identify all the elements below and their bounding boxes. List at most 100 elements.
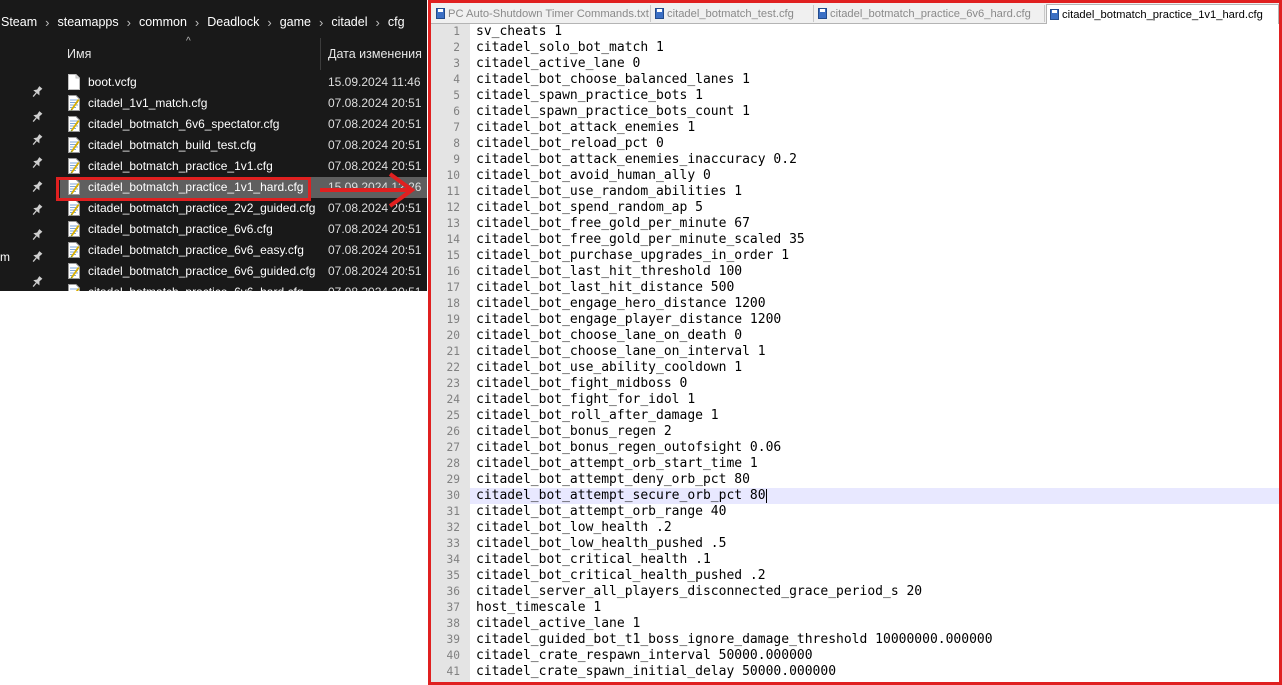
code-text[interactable]: citadel_active_lane 1 [476, 616, 640, 632]
breadcrumb-separator-icon[interactable]: › [45, 15, 49, 30]
code-text[interactable]: citadel_bot_low_health .2 [476, 520, 672, 536]
pin-icon[interactable] [27, 225, 47, 245]
code-line[interactable]: 28 citadel_bot_attempt_orb_start_time 1 [431, 456, 1279, 472]
breadcrumb-item[interactable]: cfg [387, 15, 406, 29]
code-line[interactable]: 22 citadel_bot_use_ability_cooldown 1 [431, 360, 1279, 376]
pin-icon[interactable] [27, 272, 47, 291]
tab-2[interactable]: citadel_botmatch_test.cfg [652, 5, 814, 22]
breadcrumb-item[interactable]: common [138, 15, 188, 29]
code-text[interactable]: sv_cheats 1 [476, 24, 562, 40]
tab-4[interactable]: citadel_botmatch_practice_1v1_hard.cfg [1046, 4, 1279, 24]
file-row[interactable]: citadel_botmatch_practice_6v6_easy.cfg 07… [60, 240, 427, 261]
column-date-header[interactable]: Дата изменения [328, 47, 422, 61]
sort-ascending-icon[interactable]: ^ [186, 36, 191, 47]
code-text[interactable]: citadel_bot_engage_player_distance 1200 [476, 312, 781, 328]
code-line[interactable]: 14 citadel_bot_free_gold_per_minute_scale… [431, 232, 1279, 248]
code-line[interactable]: 38 citadel_active_lane 1 [431, 616, 1279, 632]
code-text[interactable]: citadel_guided_bot_t1_boss_ignore_damage… [476, 632, 993, 648]
code-line[interactable]: 40 citadel_crate_respawn_interval 50000.0… [431, 648, 1279, 664]
code-text[interactable]: citadel_bot_purchase_upgrades_in_order 1 [476, 248, 789, 264]
breadcrumb-item[interactable]: citadel [330, 15, 368, 29]
code-line[interactable]: 17 citadel_bot_last_hit_distance 500 [431, 280, 1279, 296]
code-line[interactable]: 25 citadel_bot_roll_after_damage 1 [431, 408, 1279, 424]
breadcrumb-separator-icon[interactable]: › [376, 15, 380, 30]
code-text[interactable]: citadel_active_lane 0 [476, 56, 640, 72]
code-line[interactable]: 15 citadel_bot_purchase_upgrades_in_order… [431, 248, 1279, 264]
code-line[interactable]: 16 citadel_bot_last_hit_threshold 100 [431, 264, 1279, 280]
code-line[interactable]: 23 citadel_bot_fight_midboss 0 [431, 376, 1279, 392]
breadcrumb-separator-icon[interactable]: › [319, 15, 323, 30]
code-line[interactable]: 41 citadel_crate_spawn_initial_delay 5000… [431, 664, 1279, 680]
code-text[interactable]: citadel_bot_last_hit_threshold 100 [476, 264, 742, 280]
code-line[interactable]: 27 citadel_bot_bonus_regen_outofsight 0.0… [431, 440, 1279, 456]
code-text[interactable]: citadel_bot_avoid_human_ally 0 [476, 168, 711, 184]
pin-icon[interactable] [27, 107, 47, 127]
file-row[interactable]: citadel_botmatch_practice_6v6.cfg 07.08.2… [60, 219, 427, 240]
file-row[interactable]: citadel_botmatch_build_test.cfg 07.08.202… [60, 135, 427, 156]
code-line[interactable]: 33 citadel_bot_low_health_pushed .5 [431, 536, 1279, 552]
nav-item-label[interactable]: m [0, 250, 10, 264]
code-line[interactable]: 34 citadel_bot_critical_health .1 [431, 552, 1279, 568]
code-text[interactable]: citadel_bot_fight_for_idol 1 [476, 392, 695, 408]
code-text[interactable]: citadel_bot_free_gold_per_minute_scaled … [476, 232, 805, 248]
code-line[interactable]: 4 citadel_bot_choose_balanced_lanes 1 [431, 72, 1279, 88]
code-line[interactable]: 24 citadel_bot_fight_for_idol 1 [431, 392, 1279, 408]
code-text[interactable]: citadel_bot_engage_hero_distance 1200 [476, 296, 766, 312]
code-text[interactable]: citadel_bot_free_gold_per_minute 67 [476, 216, 750, 232]
code-text[interactable]: citadel_bot_attack_enemies 1 [476, 120, 695, 136]
breadcrumb-item[interactable]: steamapps [56, 15, 119, 29]
file-row[interactable]: citadel_botmatch_practice_6v6_hard.cfg 07… [60, 282, 427, 291]
code-line[interactable]: 39 citadel_guided_bot_t1_boss_ignore_dama… [431, 632, 1279, 648]
code-text[interactable]: citadel_bot_bonus_regen_outofsight 0.06 [476, 440, 781, 456]
pin-icon[interactable] [27, 200, 47, 220]
tab-3[interactable]: citadel_botmatch_practice_6v6_hard.cfg [815, 5, 1045, 22]
tab-1[interactable]: PC Auto-Shutdown Timer Commands.txt [433, 5, 651, 22]
code-text[interactable]: citadel_bot_last_hit_distance 500 [476, 280, 734, 296]
code-line[interactable]: 8 citadel_bot_reload_pct 0 [431, 136, 1279, 152]
pin-icon[interactable] [27, 82, 47, 102]
code-line[interactable]: 5 citadel_spawn_practice_bots 1 [431, 88, 1279, 104]
code-text[interactable]: host_timescale 1 [476, 600, 601, 616]
code-line[interactable]: 1 sv_cheats 1 [431, 24, 1279, 40]
code-line[interactable]: 26 citadel_bot_bonus_regen 2 [431, 424, 1279, 440]
breadcrumb-item[interactable]: Steam [0, 15, 38, 29]
code-text[interactable]: citadel_bot_use_ability_cooldown 1 [476, 360, 742, 376]
code-line[interactable]: 10 citadel_bot_avoid_human_ally 0 [431, 168, 1279, 184]
code-text[interactable]: citadel_bot_bonus_regen 2 [476, 424, 672, 440]
code-text[interactable]: citadel_bot_critical_health .1 [476, 552, 711, 568]
code-text[interactable]: citadel_bot_choose_lane_on_interval 1 [476, 344, 766, 360]
code-line[interactable]: 36 citadel_server_all_players_disconnecte… [431, 584, 1279, 600]
pin-icon[interactable] [27, 177, 47, 197]
code-text[interactable]: citadel_crate_spawn_initial_delay 50000.… [476, 664, 836, 680]
code-text[interactable]: citadel_bot_reload_pct 0 [476, 136, 664, 152]
code-text[interactable]: citadel_bot_attempt_orb_start_time 1 [476, 456, 758, 472]
code-text[interactable]: citadel_bot_use_random_abilities 1 [476, 184, 742, 200]
file-row[interactable]: citadel_botmatch_6v6_spectator.cfg 07.08.… [60, 114, 427, 135]
code-line[interactable]: 2 citadel_solo_bot_match 1 [431, 40, 1279, 56]
code-line[interactable]: 6 citadel_spawn_practice_bots_count 1 [431, 104, 1279, 120]
code-text[interactable]: citadel_bot_roll_after_damage 1 [476, 408, 719, 424]
code-text[interactable]: citadel_server_all_players_disconnected_… [476, 584, 922, 600]
code-line[interactable]: 13 citadel_bot_free_gold_per_minute 67 [431, 216, 1279, 232]
code-text[interactable]: citadel_solo_bot_match 1 [476, 40, 664, 56]
breadcrumb-separator-icon[interactable]: › [127, 15, 131, 30]
code-line[interactable]: 19 citadel_bot_engage_player_distance 120… [431, 312, 1279, 328]
pin-icon[interactable] [27, 153, 47, 173]
code-line[interactable]: 32 citadel_bot_low_health .2 [431, 520, 1279, 536]
code-text[interactable]: citadel_bot_attempt_secure_orb_pct 80 [476, 488, 767, 504]
code-line[interactable]: 21 citadel_bot_choose_lane_on_interval 1 [431, 344, 1279, 360]
code-text[interactable]: citadel_bot_attack_enemies_inaccuracy 0.… [476, 152, 797, 168]
breadcrumb-item[interactable]: game [279, 15, 312, 29]
code-text[interactable]: citadel_bot_attempt_orb_range 40 [476, 504, 726, 520]
code-line[interactable]: 37 host_timescale 1 [431, 600, 1279, 616]
code-line[interactable]: 3 citadel_active_lane 0 [431, 56, 1279, 72]
code-line[interactable]: 35 citadel_bot_critical_health_pushed .2 [431, 568, 1279, 584]
code-line[interactable]: 11 citadel_bot_use_random_abilities 1 [431, 184, 1279, 200]
file-row[interactable]: citadel_botmatch_practice_6v6_guided.cfg… [60, 261, 427, 282]
breadcrumb-separator-icon[interactable]: › [195, 15, 199, 30]
breadcrumb-separator-icon[interactable]: › [267, 15, 271, 30]
code-text[interactable]: citadel_bot_choose_balanced_lanes 1 [476, 72, 750, 88]
code-line[interactable]: 7 citadel_bot_attack_enemies 1 [431, 120, 1279, 136]
code-text[interactable]: citadel_bot_critical_health_pushed .2 [476, 568, 766, 584]
column-divider[interactable] [320, 38, 321, 70]
